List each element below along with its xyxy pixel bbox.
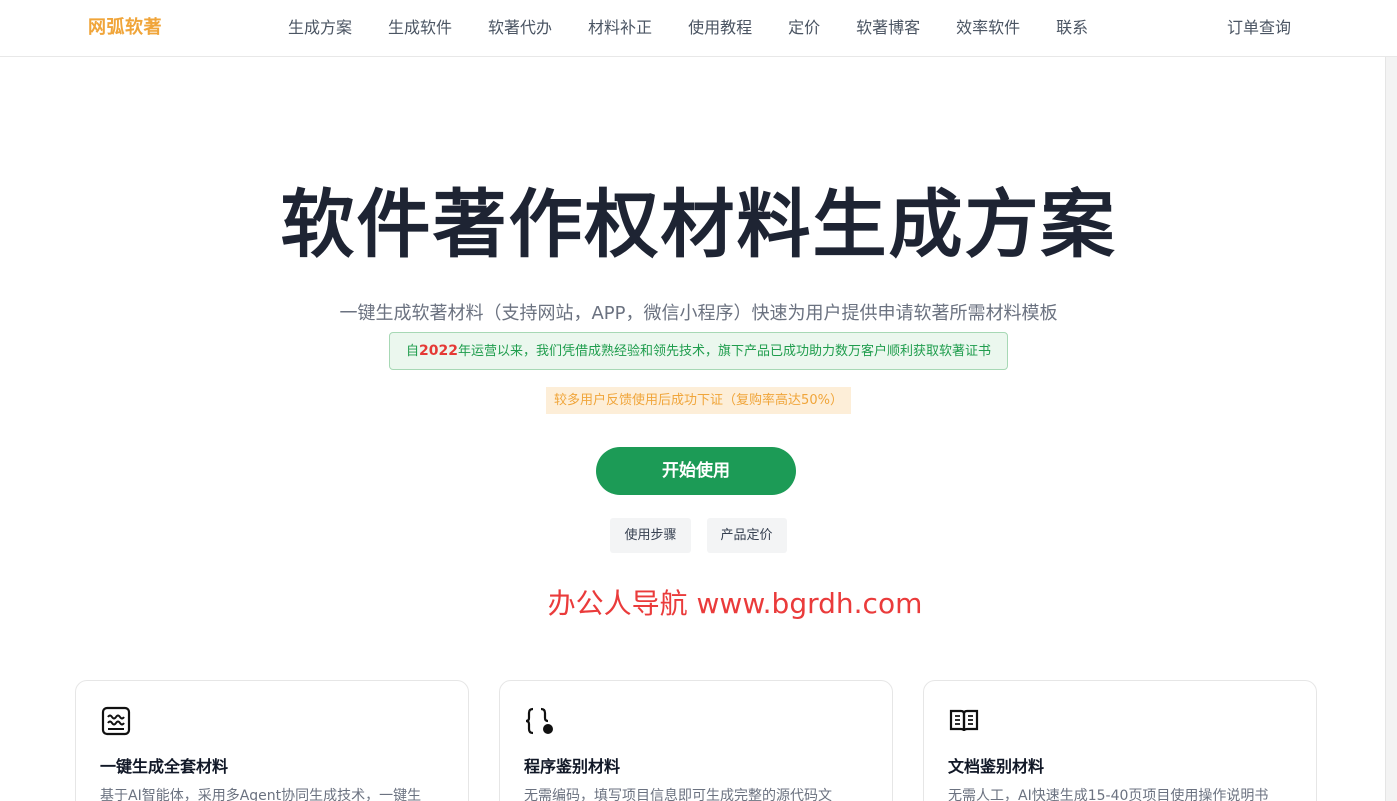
experience-notice: 自2022年运营以来，我们凭借成熟经验和领先技术，旗下产品已成功助力数万客户顺利… bbox=[389, 332, 1008, 370]
card-description: 基于AI智能体，采用多Agent协同生成技术，一键生 bbox=[100, 788, 422, 801]
nav-item-contact[interactable]: 联系 bbox=[1056, 14, 1088, 38]
notice-text: 年运营以来，我们凭借成熟经验和领先技术，旗下产品已成功助力数万客户顺利获取软著证… bbox=[457, 344, 991, 359]
order-lookup-link[interactable]: 订单查询 bbox=[1227, 14, 1291, 38]
pricing-button[interactable]: 产品定价 bbox=[706, 518, 787, 553]
usage-steps-button[interactable]: 使用步骤 bbox=[610, 518, 691, 553]
nav-item-efficiency-software[interactable]: 效率软件 bbox=[956, 14, 1020, 38]
notice-year: 2022 bbox=[419, 343, 458, 359]
card-description: 无需编码，填写项目信息即可生成完整的源代码文 bbox=[524, 788, 832, 801]
card-title: 文档鉴别材料 bbox=[948, 757, 1045, 776]
notice-prefix: 自 bbox=[406, 344, 420, 359]
nav-item-blog[interactable]: 软著博客 bbox=[856, 14, 920, 38]
card-title: 程序鉴别材料 bbox=[524, 757, 621, 776]
nav-item-pricing[interactable]: 定价 bbox=[788, 14, 820, 38]
nav-item-correction[interactable]: 材料补正 bbox=[588, 14, 652, 38]
start-button[interactable]: 开始使用 bbox=[596, 447, 796, 495]
card-title: 一键生成全套材料 bbox=[100, 757, 229, 776]
main-nav: 生成方案 生成软件 软著代办 材料补正 使用教程 定价 软著博客 效率软件 联系 bbox=[270, 14, 1106, 38]
nav-item-generate-software[interactable]: 生成软件 bbox=[388, 14, 452, 38]
badge-row: 较多用户反馈使用后成功下证（复购率高达50%） bbox=[0, 387, 1397, 414]
nav-item-agency[interactable]: 软著代办 bbox=[488, 14, 552, 38]
open-book-icon bbox=[949, 709, 979, 732]
feature-card-program-materials[interactable]: 程序鉴别材料 无需编码，填写项目信息即可生成完整的源代码文 bbox=[499, 680, 893, 801]
notice-row: 自2022年运营以来，我们凭借成熟经验和领先技术，旗下产品已成功助力数万客户顺利… bbox=[0, 332, 1397, 370]
feature-card-document-materials[interactable]: 文档鉴别材料 无需人工，AI快速生成15-40页项目使用操作说明书 bbox=[923, 680, 1317, 801]
nav-item-generate-plan[interactable]: 生成方案 bbox=[288, 14, 352, 38]
watermark-text: 办公人导航 www.bgrdh.com bbox=[547, 587, 923, 620]
secondary-buttons: 使用步骤 产品定价 bbox=[0, 518, 1397, 553]
page-title: 软件著作权材料生成方案 bbox=[280, 182, 1117, 268]
nav-item-tutorial[interactable]: 使用教程 bbox=[688, 14, 752, 38]
card-description: 无需人工，AI快速生成15-40页项目使用操作说明书 bbox=[948, 788, 1269, 801]
document-wave-icon bbox=[101, 706, 131, 736]
code-braces-icon bbox=[525, 707, 553, 735]
hero-subtitle: 一键生成软著材料（支持网站，APP，微信小程序）快速为用户提供申请软著所需材料模… bbox=[339, 303, 1058, 324]
repurchase-badge: 较多用户反馈使用后成功下证（复购率高达50%） bbox=[546, 387, 851, 414]
feature-card-full-materials[interactable]: 一键生成全套材料 基于AI智能体，采用多Agent协同生成技术，一键生 bbox=[75, 680, 469, 801]
site-logo[interactable]: 网弧软著 bbox=[88, 13, 162, 39]
top-header: 网弧软著 生成方案 生成软件 软著代办 材料补正 使用教程 定价 软著博客 效率… bbox=[0, 0, 1397, 57]
